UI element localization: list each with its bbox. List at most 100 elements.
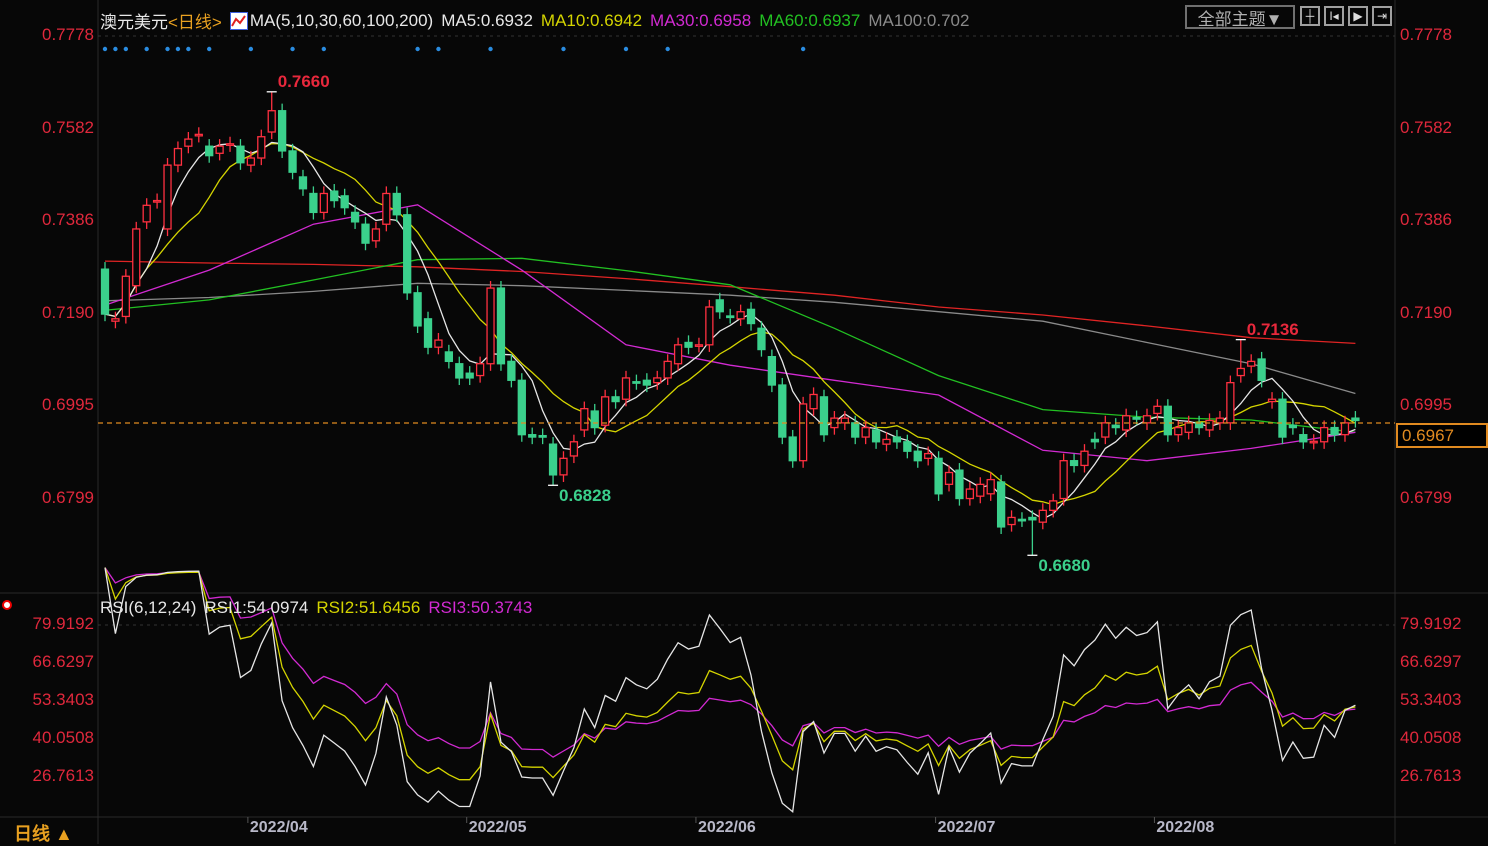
candle-body [1049, 500, 1058, 512]
candle [1038, 503, 1047, 530]
candle-body [840, 417, 849, 424]
candle-body [528, 434, 537, 438]
candle-body [736, 311, 745, 320]
signal-dot [165, 46, 170, 52]
candle-body [1247, 360, 1256, 367]
candle-body [819, 396, 829, 436]
candle-body [684, 341, 693, 348]
candle [173, 141, 183, 173]
candle [726, 308, 735, 324]
candle-body [1330, 426, 1339, 436]
left-price-tick: 0.7778 [42, 25, 94, 44]
zoom-range-icon[interactable]: I◂ [1324, 6, 1344, 26]
x-axis-label: 2022/04 [249, 819, 308, 836]
theme-dropdown[interactable]: 全部主题▼ [1185, 5, 1295, 29]
candle [225, 136, 235, 152]
candle-body [632, 381, 641, 384]
candle [996, 474, 1006, 534]
left-rsi-tick: 26.7613 [32, 766, 94, 785]
candle-body [257, 136, 266, 159]
candle [444, 344, 454, 369]
candle [934, 451, 943, 501]
x-axis-label: 2022/07 [937, 819, 996, 836]
right-price-tick: 0.6995 [1400, 395, 1452, 415]
candle-body [1059, 460, 1068, 500]
candle [267, 91, 276, 140]
candle-body [1069, 460, 1079, 467]
candle [236, 139, 245, 170]
candle [215, 139, 224, 161]
candlestick-chart[interactable] [0, 0, 1488, 844]
candle-body [225, 143, 235, 146]
left-rsi-tick: 79.9192 [32, 614, 94, 633]
candle-body [277, 110, 287, 152]
candle [892, 429, 902, 449]
left-price-tick: 0.6799 [42, 488, 94, 507]
candle-body [111, 318, 120, 322]
ma-chart-icon[interactable] [229, 11, 248, 30]
candle [298, 169, 308, 196]
candle-body [955, 469, 964, 500]
exit-icon[interactable]: ⇥ [1372, 6, 1392, 26]
candle-body [382, 192, 391, 225]
candle-body [882, 438, 891, 445]
candle-body [361, 223, 370, 244]
left-rsi-tick: 66.6297 [32, 652, 94, 671]
candle [705, 299, 714, 352]
candle [903, 434, 912, 459]
candle [434, 333, 443, 355]
candle [1257, 351, 1266, 388]
candle-body [330, 190, 339, 202]
candle [277, 103, 287, 159]
period-selector[interactable]: 日线 ▲ [14, 820, 73, 846]
candle-body [1278, 398, 1287, 438]
right-rsi-tick: 40.0508 [1400, 727, 1462, 747]
signal-dot [102, 46, 108, 52]
candle-body [1288, 424, 1298, 429]
high-price-annotation: 0.7660 [277, 71, 330, 91]
candle-body [444, 351, 454, 363]
signal-dot [186, 46, 191, 52]
low-price-annotation: 0.6680 [1038, 556, 1091, 576]
candle-body [903, 441, 912, 452]
candle [517, 373, 526, 442]
candle [611, 389, 620, 409]
candle [528, 427, 537, 445]
x-axis-label: 2022/08 [1156, 819, 1215, 836]
candle-body [788, 436, 797, 462]
candle [767, 349, 777, 393]
right-rsi-tick: 53.3403 [1400, 689, 1462, 709]
signal-dot [665, 46, 670, 52]
candle [257, 129, 266, 166]
play-icon[interactable]: ▶ [1348, 6, 1368, 26]
candle-body [132, 228, 141, 287]
candle [1205, 413, 1214, 438]
candle-body [580, 408, 589, 431]
candle [569, 434, 579, 464]
right-price-tick: 0.6799 [1400, 488, 1452, 507]
candle [1101, 415, 1110, 445]
signal-dot [207, 46, 212, 52]
right-rsi-tick: 79.9192 [1400, 614, 1462, 633]
candle [1309, 434, 1318, 450]
candle-body [621, 377, 631, 400]
candle [1090, 432, 1100, 449]
candle [309, 186, 318, 220]
candle [371, 221, 381, 248]
candle [423, 311, 433, 355]
candle [142, 198, 151, 229]
candle [1288, 418, 1298, 435]
candle-body [601, 396, 610, 426]
main-legend: 澳元美元 <日线> MA(5,10,30,60,100,200) MA5:0.6… [100, 8, 969, 33]
crosshair-icon[interactable]: ┼ [1300, 6, 1320, 26]
rsi3-value: RSI3:50.3743 [428, 598, 533, 617]
candle-body [517, 379, 526, 436]
candle-body [1090, 438, 1100, 443]
candle-body [1038, 509, 1047, 523]
candle [455, 356, 464, 386]
candle-body [538, 434, 547, 438]
indicator-settings-icon[interactable] [2, 600, 12, 610]
period-label[interactable]: <日线> [168, 8, 222, 33]
ma10-value: MA10:0.6942 [540, 10, 643, 30]
candle-body [1351, 417, 1360, 422]
